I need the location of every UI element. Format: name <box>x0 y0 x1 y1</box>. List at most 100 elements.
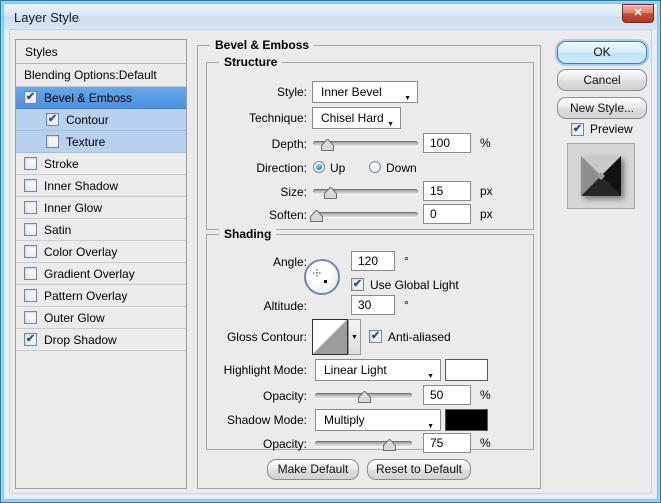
anti-aliased-checkbox[interactable]: ✔ <box>369 330 382 343</box>
sidebar-item-gradient-overlay[interactable]: Gradient Overlay <box>16 263 186 285</box>
soften-input[interactable] <box>423 204 471 224</box>
technique-value: Chisel Hard <box>321 111 384 125</box>
style-label: Style: <box>276 85 307 99</box>
shadow-mode-row: Shadow Mode: Multiply ▼ <box>217 409 527 431</box>
gloss-contour-swatch[interactable] <box>312 319 348 355</box>
checkbox[interactable] <box>46 135 59 148</box>
highlight-opacity-label: Opacity: <box>262 389 307 403</box>
make-default-button[interactable]: Make Default <box>267 459 359 480</box>
reset-to-default-button[interactable]: Reset to Default <box>367 459 471 480</box>
slider-handle[interactable] <box>323 186 337 199</box>
sidebar-item-satin[interactable]: Satin <box>16 219 186 241</box>
checkbox[interactable] <box>24 311 37 324</box>
altitude-input[interactable] <box>351 295 395 315</box>
style-select[interactable]: Inner Bevel ▼ <box>312 81 418 103</box>
titlebar[interactable]: Layer Style <box>4 4 657 30</box>
shadow-opacity-slider[interactable] <box>315 437 412 451</box>
size-row: Size: px <box>217 181 527 203</box>
altitude-row: Altitude: ° <box>217 295 527 317</box>
angle-input[interactable] <box>351 251 395 271</box>
direction-down-radio[interactable] <box>369 161 381 173</box>
style-value: Inner Bevel <box>321 85 382 99</box>
highlight-opacity-slider[interactable] <box>315 389 412 403</box>
slider-track[interactable] <box>313 212 418 217</box>
use-global-light-row: ✔ Use Global Light <box>217 277 527 293</box>
preview-toggle: ✔ Preview <box>571 122 633 136</box>
highlight-color-swatch[interactable] <box>445 359 488 381</box>
depth-row: Depth: % <box>217 133 527 155</box>
checkbox[interactable] <box>24 289 37 302</box>
preview-checkbox[interactable]: ✔ <box>571 122 584 136</box>
gloss-contour-label: Gloss Contour: <box>226 330 307 344</box>
sidebar-item-inner-glow[interactable]: Inner Glow <box>16 197 186 219</box>
shadow-mode-select[interactable]: Multiply ▼ <box>315 409 441 431</box>
cancel-button[interactable]: Cancel <box>557 69 647 91</box>
depth-slider[interactable] <box>313 137 418 151</box>
bevel-preview-pyramid <box>581 156 621 196</box>
style-row: Style: Inner Bevel ▼ <box>217 81 527 103</box>
checkbox[interactable] <box>24 223 37 236</box>
dialog-body: Styles Blending Options:Default ✔ Bevel … <box>10 30 651 493</box>
highlight-mode-row: Highlight Mode: Linear Light ▼ <box>217 359 527 381</box>
preview-label: Preview <box>590 122 633 136</box>
checkbox[interactable]: ✔ <box>46 113 59 126</box>
shadow-color-swatch[interactable] <box>445 409 488 431</box>
sidebar-item-pattern-overlay[interactable]: Pattern Overlay <box>16 285 186 307</box>
checkbox[interactable] <box>24 201 37 214</box>
new-style-button[interactable]: New Style... <box>557 97 647 119</box>
size-input[interactable] <box>423 181 471 201</box>
shadow-mode-value: Multiply <box>324 413 365 427</box>
size-slider[interactable] <box>313 185 418 199</box>
bevel-emboss-section: Bevel & Emboss Structure Style: Inner Be… <box>197 38 541 489</box>
angle-label: Angle: <box>272 255 307 269</box>
slider-handle[interactable] <box>320 138 334 151</box>
gloss-contour-dropdown-button[interactable]: ▼ <box>348 319 361 355</box>
depth-input[interactable] <box>423 133 471 153</box>
technique-select[interactable]: Chisel Hard ▼ <box>312 107 401 129</box>
use-global-light-checkbox[interactable]: ✔ <box>351 278 364 291</box>
ok-button[interactable]: OK <box>557 41 647 64</box>
slider-track[interactable] <box>315 441 412 446</box>
sidebar-item-inner-shadow[interactable]: Inner Shadow <box>16 175 186 197</box>
highlight-opacity-row: Opacity: % <box>217 385 527 407</box>
sidebar-item-outer-glow[interactable]: Outer Glow <box>16 307 186 329</box>
shadow-mode-label: Shadow Mode: <box>226 413 307 427</box>
soften-label: Soften: <box>268 208 307 222</box>
direction-up-radio[interactable] <box>313 161 325 173</box>
highlight-mode-label: Highlight Mode: <box>223 363 307 377</box>
close-button[interactable]: ✕ <box>622 4 654 23</box>
chevron-down-icon: ▼ <box>404 95 411 102</box>
checkbox[interactable] <box>24 179 37 192</box>
direction-down-label: Down <box>386 161 417 175</box>
checkbox[interactable] <box>24 267 37 280</box>
checkbox[interactable]: ✔ <box>24 91 37 104</box>
chevron-down-icon: ▼ <box>387 121 394 128</box>
sidebar-item-texture[interactable]: Texture <box>16 131 186 153</box>
sidebar-item-drop-shadow[interactable]: ✔ Drop Shadow <box>16 329 186 351</box>
checkbox[interactable] <box>24 245 37 258</box>
close-icon: ✕ <box>633 7 643 19</box>
slider-handle[interactable] <box>382 438 396 451</box>
shading-title: Shading <box>219 227 277 241</box>
chevron-down-icon: ▼ <box>351 334 358 341</box>
sidebar-item-stroke[interactable]: Stroke <box>16 153 186 175</box>
sidebar-item-color-overlay[interactable]: Color Overlay <box>16 241 186 263</box>
highlight-opacity-unit: % <box>480 388 491 402</box>
direction-row: Direction: Up Down <box>217 157 527 179</box>
highlight-mode-select[interactable]: Linear Light ▼ <box>315 359 441 381</box>
sidebar-item-blending-options[interactable]: Blending Options:Default <box>16 64 186 87</box>
slider-handle[interactable] <box>310 209 324 222</box>
gloss-contour-row: Gloss Contour: ▼ ✔ Anti-aliased <box>217 319 527 355</box>
slider-handle[interactable] <box>357 390 371 403</box>
soften-unit: px <box>480 207 493 221</box>
section-title: Bevel & Emboss <box>210 38 315 52</box>
soften-slider[interactable] <box>310 208 418 222</box>
checkbox[interactable]: ✔ <box>24 333 37 346</box>
style-preview-thumbnail <box>567 143 635 209</box>
shadow-opacity-input[interactable] <box>423 433 471 453</box>
checkbox[interactable] <box>24 157 37 170</box>
soften-row: Soften: px <box>217 204 527 226</box>
sidebar-item-contour[interactable]: ✔ Contour <box>16 109 186 131</box>
sidebar-item-bevel-emboss[interactable]: ✔ Bevel & Emboss <box>16 87 186 109</box>
highlight-opacity-input[interactable] <box>423 385 471 405</box>
